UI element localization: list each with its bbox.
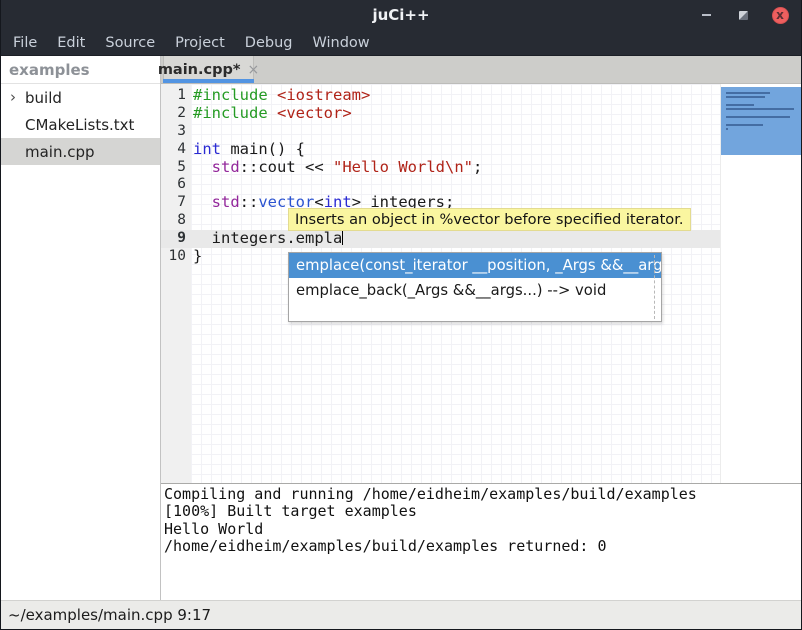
- line-number: 7: [161, 194, 191, 212]
- code-text: #include <iostream>: [191, 87, 370, 105]
- minimap-line: [726, 116, 790, 118]
- menu-source[interactable]: Source: [103, 30, 157, 56]
- code-line[interactable]: 4int main() {: [161, 141, 720, 159]
- minimap-line: [726, 96, 765, 98]
- code-text: int main() {: [191, 141, 305, 159]
- tree-item-build[interactable]: › build: [1, 84, 160, 111]
- menu-debug[interactable]: Debug: [243, 30, 295, 56]
- code-line[interactable]: 2#include <vector>: [161, 105, 720, 123]
- window-title: juCi++: [1, 0, 801, 30]
- code-text: #include <vector>: [191, 105, 352, 123]
- menu-project[interactable]: Project: [173, 30, 227, 56]
- minimap-line: [726, 108, 794, 110]
- project-name-header: examples: [1, 56, 160, 84]
- line-number: 8: [161, 212, 191, 230]
- tree-item-label: main.cpp: [25, 143, 95, 161]
- output-line: Hello World: [164, 521, 801, 538]
- tree-item-label: build: [25, 89, 62, 107]
- menu-window[interactable]: Window: [310, 30, 371, 56]
- documentation-tooltip: Inserts an object in %vector before spec…: [288, 208, 691, 231]
- output-line: [100%] Built target examples: [164, 503, 801, 520]
- code-text: std::cout << "Hello World\n";: [191, 159, 482, 177]
- code-line[interactable]: 3: [161, 123, 720, 141]
- minimize-button[interactable]: [697, 6, 715, 24]
- tab-close-icon[interactable]: ×: [247, 63, 259, 77]
- restore-icon: [739, 11, 748, 20]
- minimap-line: [726, 124, 763, 126]
- tree-item-cmakelists[interactable]: CMakeLists.txt: [1, 111, 160, 138]
- minimap-viewport[interactable]: [721, 87, 801, 155]
- close-button[interactable]: x: [771, 6, 789, 24]
- code-text: [191, 123, 193, 141]
- statusbar-file-position: ~/examples/main.cpp 9:17: [8, 606, 211, 624]
- line-number: 4: [161, 141, 191, 159]
- autocomplete-popup: emplace(const_iterator __position, _Args…: [288, 252, 662, 322]
- autocomplete-item[interactable]: emplace(const_iterator __position, _Args…: [289, 253, 661, 278]
- chevron-right-icon[interactable]: ›: [1, 84, 25, 111]
- tab-label: main.cpp*: [158, 62, 241, 78]
- titlebar[interactable]: juCi++ x: [1, 0, 801, 30]
- menu-edit[interactable]: Edit: [55, 30, 87, 56]
- line-number: 3: [161, 123, 191, 141]
- code-lines: 1#include <iostream>2#include <vector>34…: [161, 87, 720, 266]
- line-number: 9: [161, 230, 191, 248]
- close-icon: x: [772, 7, 789, 24]
- code-line[interactable]: 1#include <iostream>: [161, 87, 720, 105]
- code-text: }: [191, 248, 202, 266]
- tab-maincpp[interactable]: main.cpp* ×: [163, 56, 254, 83]
- autocomplete-item[interactable]: emplace_back(_Args &&__args...) --> void: [289, 278, 661, 303]
- output-line: Compiling and running /home/eidheim/exam…: [164, 486, 801, 503]
- window-body: examples › build CMakeLists.txt main.cpp…: [1, 56, 801, 600]
- tabbar: main.cpp* ×: [161, 56, 801, 84]
- minimap[interactable]: [720, 84, 801, 483]
- juci-window: juCi++ x File Edit Source Project Debug …: [0, 0, 802, 630]
- minimap-line: [726, 92, 770, 94]
- line-number: 1: [161, 87, 191, 105]
- code-line[interactable]: 5 std::cout << "Hello World\n";: [161, 159, 720, 177]
- minimap-line: [726, 128, 728, 130]
- file-tree-sidebar: examples › build CMakeLists.txt main.cpp: [1, 56, 161, 600]
- statusbar: ~/examples/main.cpp 9:17: [1, 600, 801, 629]
- tree-item-maincpp[interactable]: main.cpp: [1, 138, 160, 165]
- minimize-icon: [702, 14, 711, 16]
- tree-item-label: CMakeLists.txt: [25, 116, 134, 134]
- menu-file[interactable]: File: [11, 30, 39, 56]
- build-output-panel[interactable]: Compiling and running /home/eidheim/exam…: [161, 484, 801, 600]
- restore-button[interactable]: [734, 6, 752, 24]
- code-text: integers.empla: [191, 230, 343, 248]
- code-line[interactable]: 6: [161, 176, 720, 194]
- code-line[interactable]: 9 integers.empla: [161, 230, 720, 248]
- main-area: main.cpp* × 1#include <iostream>2#includ…: [161, 56, 801, 600]
- active-tab-indicator: [163, 79, 254, 83]
- window-controls: x: [697, 0, 789, 30]
- line-number: 5: [161, 159, 191, 177]
- code-text: [191, 212, 193, 230]
- output-line: /home/eidheim/examples/build/examples re…: [164, 538, 801, 555]
- code-text: [191, 176, 193, 194]
- menubar: File Edit Source Project Debug Window: [1, 30, 801, 56]
- minimap-line: [726, 104, 754, 106]
- text-cursor: [342, 230, 343, 245]
- code-editor[interactable]: 1#include <iostream>2#include <vector>34…: [161, 84, 801, 483]
- line-number: 6: [161, 176, 191, 194]
- line-number: 10: [161, 248, 191, 266]
- line-number: 2: [161, 105, 191, 123]
